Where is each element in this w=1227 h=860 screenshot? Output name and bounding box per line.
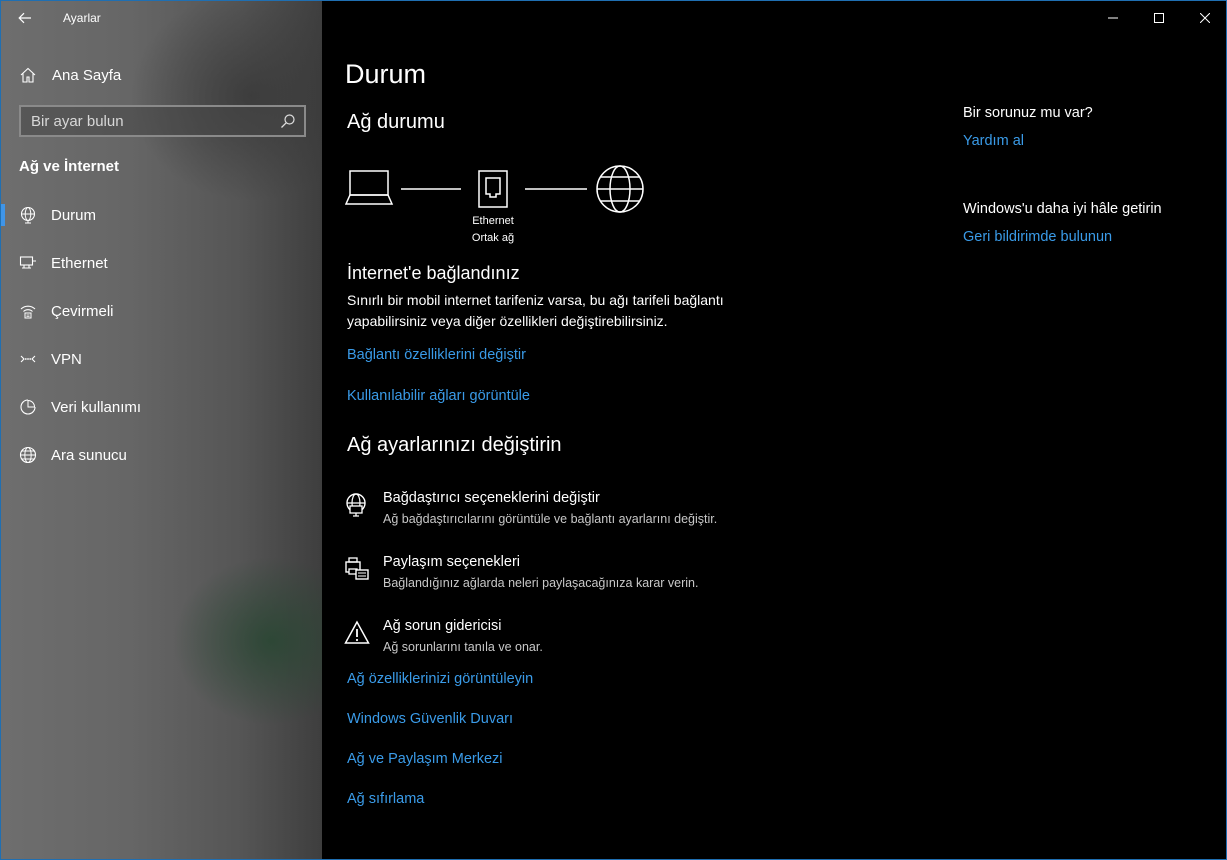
setting-desc: Ağ bağdaştırıcılarını görüntüle ve bağla… [383, 512, 718, 526]
sidebar-item-label: Ethernet [51, 254, 108, 272]
sidebar-item-label: Çevirmeli [51, 302, 114, 320]
adapter-name: Ethernet [472, 215, 514, 227]
page-title: Durum [345, 59, 427, 89]
close-icon [1200, 13, 1210, 23]
connection-status-desc: Sınırlı bir mobil internet tarifeniz var… [347, 292, 724, 329]
network-reset-link[interactable]: Ağ sıfırlama [347, 791, 424, 807]
view-network-properties-link[interactable]: Ağ özelliklerinizi görüntüleyin [347, 671, 533, 687]
sidebar-item-veri-kullanimi[interactable]: Veri kullanımı [1, 383, 322, 431]
search-input[interactable]: Bir ayar bulun [31, 113, 280, 130]
warning-icon [344, 620, 370, 644]
ethernet-port-icon [478, 170, 508, 208]
sidebar-item-durum[interactable]: Durum [1, 191, 322, 239]
nav-home-label: Ana Sayfa [52, 66, 122, 84]
maximize-icon [1154, 13, 1164, 23]
network-diagram-graphic [345, 165, 644, 213]
connection-status-title: İnternet'e bağlandınız [347, 263, 520, 283]
data-usage-icon [20, 399, 36, 415]
improve-windows-heading: Windows'u daha iyi hâle getirin [963, 201, 1162, 217]
back-button[interactable] [1, 1, 49, 35]
sidebar-item-ethernet[interactable]: Ethernet [1, 239, 322, 287]
back-arrow-icon [18, 12, 31, 24]
globe-network-icon [20, 206, 36, 224]
app-title: Ayarlar [63, 11, 101, 25]
search-icon [281, 114, 295, 128]
setting-title: Bağdaştırıcı seçeneklerini değiştir [383, 490, 600, 506]
network-status-heading: Ağ durumu [347, 111, 445, 133]
main-content: Durum Ağ durumu Ethernet Ortak ağ İntern… [322, 1, 1226, 859]
change-connection-properties-link[interactable]: Bağlantı özelliklerini değiştir [347, 347, 526, 363]
nav-home[interactable]: Ana Sayfa [1, 57, 322, 93]
sidebar-item-label: Veri kullanımı [51, 398, 142, 416]
sidebar-item-ara-sunucu[interactable]: Ara sunucu [1, 431, 322, 479]
minimize-button[interactable] [1090, 1, 1136, 35]
sidebar-item-cevirmeli[interactable]: Çevirmeli [1, 287, 322, 335]
window-controls [1090, 1, 1226, 35]
sidebar: Ayarlar Ana Sayfa Bir ayar bulun Ağ ve İ… [1, 1, 322, 859]
setting-title: Ağ sorun gidericisi [383, 618, 502, 634]
title-bar: Ayarlar [1, 1, 322, 35]
vpn-icon [20, 355, 36, 363]
get-help-link[interactable]: Yardım al [963, 133, 1024, 149]
network-troubleshooter-setting[interactable]: Ağ sorun gidericisi Ağ sorunlarını tanıl… [344, 618, 864, 662]
nav-list: Durum Ethernet Çevirmeli VPN Veri kullan… [1, 191, 322, 479]
sidebar-item-label: Ara sunucu [51, 446, 127, 464]
sharing-printer-icon [345, 557, 369, 580]
windows-firewall-link[interactable]: Windows Güvenlik Duvarı [347, 711, 513, 727]
maximize-button[interactable] [1136, 1, 1182, 35]
setting-desc: Bağlandığınız ağlarda neleri paylaşacağı… [383, 576, 699, 590]
close-button[interactable] [1182, 1, 1226, 35]
proxy-globe-icon [19, 446, 37, 464]
laptop-icon [345, 170, 394, 205]
search-box[interactable]: Bir ayar bulun [19, 105, 306, 137]
adapter-globe-icon [346, 493, 366, 517]
minimize-icon [1108, 17, 1118, 19]
sidebar-item-vpn[interactable]: VPN [1, 335, 322, 383]
network-diagram: Ethernet Ortak ağ [345, 161, 655, 251]
network-sharing-center-link[interactable]: Ağ ve Paylaşım Merkezi [347, 751, 503, 767]
setting-desc: Ağ sorunlarını tanıla ve onar. [383, 640, 543, 654]
internet-globe-icon [596, 165, 644, 213]
ethernet-icon [19, 256, 36, 269]
section-title: Ağ ve İnternet [19, 158, 120, 175]
sidebar-item-label: Durum [51, 206, 97, 224]
adapter-options-setting[interactable]: Bağdaştırıcı seçeneklerini değiştir Ağ b… [344, 490, 864, 534]
settings-window: Ayarlar Ana Sayfa Bir ayar bulun Ağ ve İ… [0, 0, 1227, 860]
give-feedback-link[interactable]: Geri bildirimde bulunun [963, 229, 1112, 245]
dialup-icon [20, 305, 36, 319]
home-icon [20, 67, 36, 83]
sharing-options-setting[interactable]: Paylaşım seçenekleri Bağlandığınız ağlar… [344, 554, 864, 598]
setting-title: Paylaşım seçenekleri [383, 554, 520, 570]
network-type: Ortak ağ [471, 232, 515, 244]
sidebar-item-label: VPN [51, 350, 82, 368]
change-settings-heading: Ağ ayarlarınızı değiştirin [347, 434, 562, 456]
question-heading: Bir sorunuz mu var? [963, 105, 1093, 121]
view-available-networks-link[interactable]: Kullanılabilir ağları görüntüle [347, 388, 530, 404]
